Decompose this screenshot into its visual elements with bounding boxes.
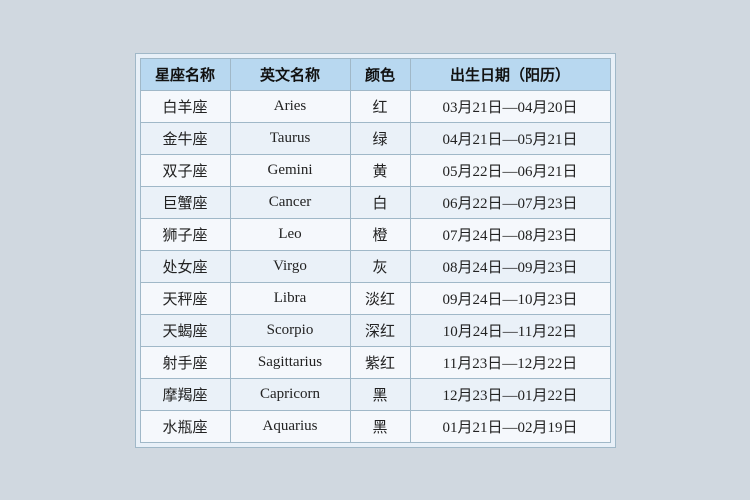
cell-zh: 处女座	[140, 250, 230, 282]
table-row: 处女座Virgo灰08月24日—09月23日	[140, 250, 610, 282]
cell-color: 橙	[350, 218, 410, 250]
table-row: 水瓶座Aquarius黑01月21日—02月19日	[140, 410, 610, 442]
table-row: 射手座Sagittarius紫红11月23日—12月22日	[140, 346, 610, 378]
cell-date: 10月24日—11月22日	[410, 314, 610, 346]
cell-zh: 双子座	[140, 154, 230, 186]
table-header-row: 星座名称 英文名称 颜色 出生日期（阳历）	[140, 58, 610, 90]
header-date: 出生日期（阳历）	[410, 58, 610, 90]
cell-color: 灰	[350, 250, 410, 282]
zodiac-table-container: 星座名称 英文名称 颜色 出生日期（阳历） 白羊座Aries红03月21日—04…	[135, 53, 616, 448]
cell-date: 03月21日—04月20日	[410, 90, 610, 122]
cell-zh: 射手座	[140, 346, 230, 378]
cell-date: 08月24日—09月23日	[410, 250, 610, 282]
cell-en: Virgo	[230, 250, 350, 282]
cell-date: 09月24日—10月23日	[410, 282, 610, 314]
cell-color: 绿	[350, 122, 410, 154]
cell-en: Sagittarius	[230, 346, 350, 378]
cell-date: 05月22日—06月21日	[410, 154, 610, 186]
table-row: 金牛座Taurus绿04月21日—05月21日	[140, 122, 610, 154]
cell-color: 白	[350, 186, 410, 218]
cell-color: 深红	[350, 314, 410, 346]
table-row: 天蝎座Scorpio深红10月24日—11月22日	[140, 314, 610, 346]
table-row: 双子座Gemini黄05月22日—06月21日	[140, 154, 610, 186]
table-row: 天秤座Libra淡红09月24日—10月23日	[140, 282, 610, 314]
cell-en: Scorpio	[230, 314, 350, 346]
table-row: 狮子座Leo橙07月24日—08月23日	[140, 218, 610, 250]
cell-zh: 狮子座	[140, 218, 230, 250]
cell-en: Taurus	[230, 122, 350, 154]
cell-color: 黑	[350, 378, 410, 410]
cell-zh: 摩羯座	[140, 378, 230, 410]
cell-en: Cancer	[230, 186, 350, 218]
cell-zh: 巨蟹座	[140, 186, 230, 218]
cell-date: 01月21日—02月19日	[410, 410, 610, 442]
zodiac-table: 星座名称 英文名称 颜色 出生日期（阳历） 白羊座Aries红03月21日—04…	[140, 58, 611, 443]
cell-zh: 水瓶座	[140, 410, 230, 442]
header-zh: 星座名称	[140, 58, 230, 90]
cell-en: Aries	[230, 90, 350, 122]
table-row: 白羊座Aries红03月21日—04月20日	[140, 90, 610, 122]
cell-color: 黄	[350, 154, 410, 186]
cell-en: Capricorn	[230, 378, 350, 410]
cell-date: 12月23日—01月22日	[410, 378, 610, 410]
cell-en: Leo	[230, 218, 350, 250]
header-color: 颜色	[350, 58, 410, 90]
cell-date: 04月21日—05月21日	[410, 122, 610, 154]
cell-en: Gemini	[230, 154, 350, 186]
cell-color: 黑	[350, 410, 410, 442]
cell-color: 淡红	[350, 282, 410, 314]
cell-date: 07月24日—08月23日	[410, 218, 610, 250]
cell-date: 11月23日—12月22日	[410, 346, 610, 378]
table-body: 白羊座Aries红03月21日—04月20日金牛座Taurus绿04月21日—0…	[140, 90, 610, 442]
cell-zh: 天秤座	[140, 282, 230, 314]
cell-color: 红	[350, 90, 410, 122]
cell-date: 06月22日—07月23日	[410, 186, 610, 218]
table-row: 巨蟹座Cancer白06月22日—07月23日	[140, 186, 610, 218]
cell-en: Aquarius	[230, 410, 350, 442]
cell-zh: 天蝎座	[140, 314, 230, 346]
cell-color: 紫红	[350, 346, 410, 378]
cell-en: Libra	[230, 282, 350, 314]
header-en: 英文名称	[230, 58, 350, 90]
cell-zh: 白羊座	[140, 90, 230, 122]
cell-zh: 金牛座	[140, 122, 230, 154]
table-row: 摩羯座Capricorn黑12月23日—01月22日	[140, 378, 610, 410]
